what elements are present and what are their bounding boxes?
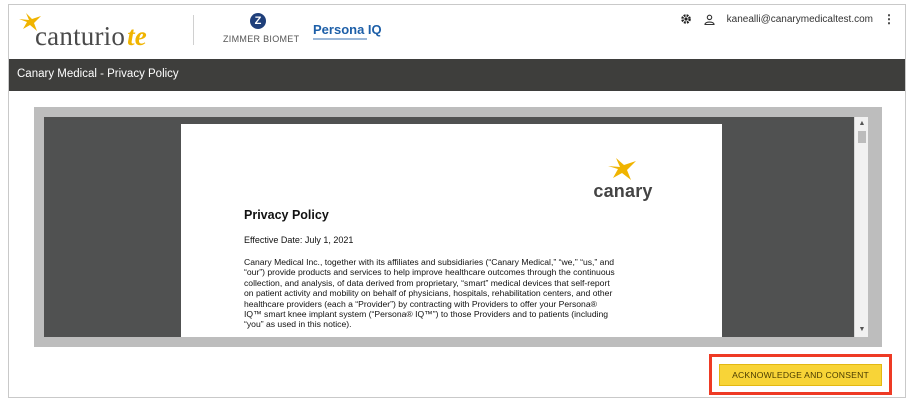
body-line: “our”) provide products and services to … <box>244 267 615 278</box>
page-title: Canary Medical - Privacy Policy <box>17 68 179 80</box>
zimmer-z-icon: Z <box>250 13 266 29</box>
document-title: Privacy Policy <box>244 208 329 222</box>
app-logo-text: canturiote <box>35 21 147 52</box>
body-line: on patient activity and mobility on beha… <box>244 288 613 299</box>
acknowledge-consent-button[interactable]: ACKNOWLEDGE AND CONSENT <box>719 364 882 386</box>
document-body: Canary Medical Inc., together with its a… <box>244 257 660 330</box>
body-line: IQ™ smart knee implant system (“Persona®… <box>244 309 609 320</box>
product-brand-name: Persona <box>313 22 365 37</box>
document-viewer: canary Privacy Policy Effective Date: Ju… <box>34 107 882 347</box>
kebab-menu-icon[interactable]: ⋮ <box>883 13 895 25</box>
page-title-bar: Canary Medical - Privacy Policy <box>9 59 905 91</box>
partner-brand-name: ZIMMER BIOMET <box>223 34 300 44</box>
header-divider <box>193 15 194 45</box>
viewer-scrollbar[interactable]: ▲ ▼ <box>854 117 868 337</box>
persona-tagline-bar <box>313 38 367 40</box>
scroll-up-arrow-icon[interactable]: ▲ <box>855 118 868 130</box>
user-icon[interactable] <box>703 12 717 26</box>
document-viewer-canvas[interactable]: canary Privacy Policy Effective Date: Ju… <box>44 117 868 337</box>
gear-icon[interactable] <box>679 12 693 26</box>
consent-highlight-box: ACKNOWLEDGE AND CONSENT <box>709 354 892 395</box>
user-email[interactable]: kanealli@canarymedicaltest.com <box>727 14 873 25</box>
document-page: canary Privacy Policy Effective Date: Ju… <box>181 124 722 337</box>
product-brand-suffix: IQ <box>364 22 382 37</box>
app-logo-name: canturio <box>35 21 126 51</box>
body-line: collection, and analysis, of data derive… <box>244 277 610 288</box>
canary-logo: canary <box>588 156 658 202</box>
body-line: Canary Medical Inc., together with its a… <box>244 257 615 267</box>
scroll-down-arrow-icon[interactable]: ▼ <box>855 324 868 336</box>
persona-iq-logo: Persona IQ <box>313 22 382 37</box>
canary-logo-text: canary <box>593 181 653 201</box>
app-logo-suffix: te <box>127 21 147 51</box>
app-header: canturiote Z ZIMMER BIOMET Persona IQ ka… <box>9 5 905 55</box>
body-line: healthcare providers (each a “Provider”)… <box>244 298 597 309</box>
zimmer-biomet-logo: Z ZIMMER BIOMET <box>223 11 300 51</box>
header-user-area: kanealli@canarymedicaltest.com ⋮ <box>679 9 895 29</box>
body-line: “you” as used in this notice). <box>244 319 352 330</box>
effective-date: Effective Date: July 1, 2021 <box>244 235 354 245</box>
scroll-thumb[interactable] <box>858 131 866 143</box>
canary-bird-icon <box>608 158 636 180</box>
app-window: canturiote Z ZIMMER BIOMET Persona IQ ka… <box>8 4 906 398</box>
